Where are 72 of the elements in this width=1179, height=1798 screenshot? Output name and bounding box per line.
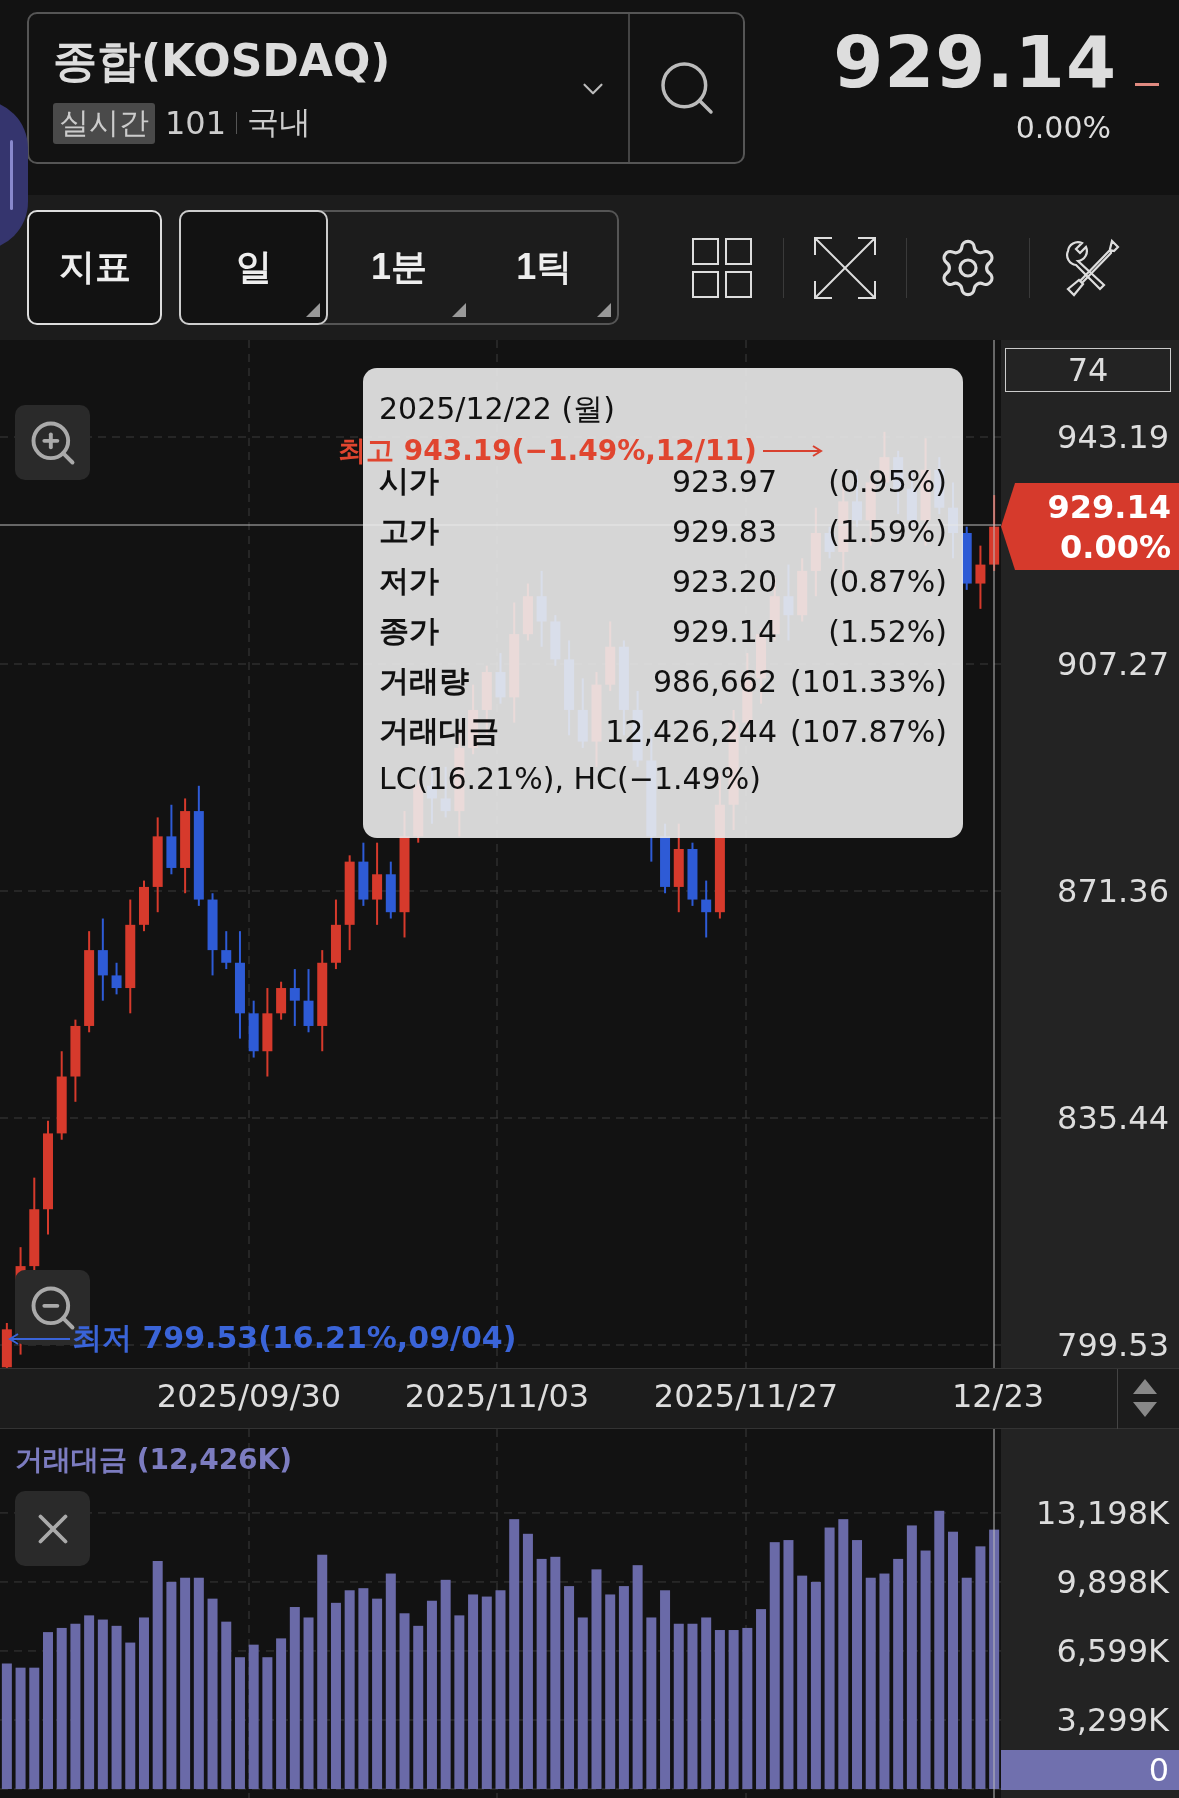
current-price: 929.14	[833, 20, 1117, 104]
candle	[139, 879, 149, 933]
symbol-name: 종합(KOSDAQ)	[53, 34, 392, 88]
tooltip-value: 923.20	[672, 563, 777, 599]
candle	[289, 968, 300, 1027]
tooltip-value: 923.97	[672, 463, 777, 499]
candle	[975, 544, 986, 610]
price-axis-label: 907.27	[1057, 645, 1169, 683]
current-rate-label: 0.00%	[1060, 526, 1171, 567]
corner-triangle-icon	[306, 303, 321, 317]
tooltip-rate: (1.52%)	[827, 613, 947, 649]
tooltip-label: 거래대금	[379, 711, 500, 750]
price-axis-label: 943.19	[1057, 418, 1169, 456]
flat-change-icon	[1135, 83, 1159, 86]
candle	[221, 930, 232, 971]
volume-axis-label: 13,198K	[1036, 1493, 1169, 1532]
date-axis-label: 2025/11/03	[404, 1377, 590, 1415]
tooltip-date: 2025/12/22 (월)	[379, 390, 616, 428]
candle	[276, 980, 287, 1021]
symbol-search-field[interactable]: 종합(KOSDAQ) 실시간 101 국내	[27, 12, 745, 164]
market-label: 국내	[247, 102, 312, 143]
indicator-button[interactable]: 지표	[27, 210, 162, 325]
current-price-label: 929.14	[1047, 486, 1171, 527]
tooltip-value: 929.83	[672, 513, 777, 549]
volume-axis-label: 3,299K	[1056, 1701, 1169, 1739]
price-axis-label: 835.44	[1057, 1099, 1169, 1137]
candle	[1, 1322, 12, 1368]
candle	[358, 841, 369, 907]
candle	[111, 961, 122, 996]
change-rate: 0.00%	[1015, 110, 1111, 145]
candle	[303, 968, 314, 1034]
tooltip-label: 저가	[379, 561, 440, 600]
tooltip-rate: (107.87%)	[789, 713, 947, 749]
grid-icon	[691, 236, 753, 299]
candle	[248, 999, 259, 1059]
tooltip-label: 거래량	[379, 661, 470, 700]
realtime-tag: 실시간	[53, 102, 155, 144]
tooltip-label: 종가	[379, 611, 440, 650]
candle	[701, 879, 712, 939]
expand-icon	[812, 234, 878, 301]
volume-axis-label: 9,898K	[1056, 1562, 1169, 1601]
price-axis-label: 871.36	[1057, 872, 1169, 910]
corner-triangle-icon	[451, 303, 466, 317]
tooltip-label: 고가	[379, 511, 440, 550]
tooltip-rate: (1.59%)	[827, 513, 947, 549]
left-arrow-icon	[8, 1331, 70, 1346]
volume-axis-label: 6,599K	[1056, 1631, 1169, 1670]
date-axis-label: 2025/11/27	[653, 1377, 839, 1415]
symbol-code: 101	[165, 104, 227, 142]
tooltip-rate: (101.33%)	[789, 663, 947, 699]
tooltip-value: 929.14	[672, 613, 777, 649]
volume-panel-title: 거래대금 (12,426K)	[15, 1442, 293, 1478]
tooltip-value: 12,426,244	[605, 713, 777, 749]
candle	[385, 860, 396, 920]
tooltip-label: 시가	[379, 462, 439, 500]
tooltip-value: 986,662	[652, 663, 777, 699]
corner-triangle-icon	[597, 303, 611, 317]
price-axis-label: 799.53	[1057, 1326, 1169, 1364]
close-button[interactable]	[15, 1491, 90, 1566]
tooltip-rate: (0.87%)	[827, 563, 947, 599]
date-axis-label: 12/23	[951, 1377, 1045, 1415]
date-axis-label: 2025/09/30	[156, 1377, 342, 1415]
scale-box: 74	[1005, 348, 1171, 392]
period-tab[interactable]: 일	[179, 210, 329, 325]
volume-axis-label: 0	[1148, 1750, 1169, 1790]
low-price-marker: 최저 799.53(16.21%,09/04)	[72, 1319, 517, 1357]
candle	[687, 841, 698, 907]
right-arrow-icon	[762, 444, 823, 458]
up-down-arrows-icon[interactable]	[1132, 1377, 1158, 1419]
tooltip-rate: (0.95%)	[827, 463, 947, 499]
zoom-in-button[interactable]	[15, 405, 90, 480]
tooltip-footer: LC(16.21%), HC(−1.49%)	[379, 756, 947, 802]
